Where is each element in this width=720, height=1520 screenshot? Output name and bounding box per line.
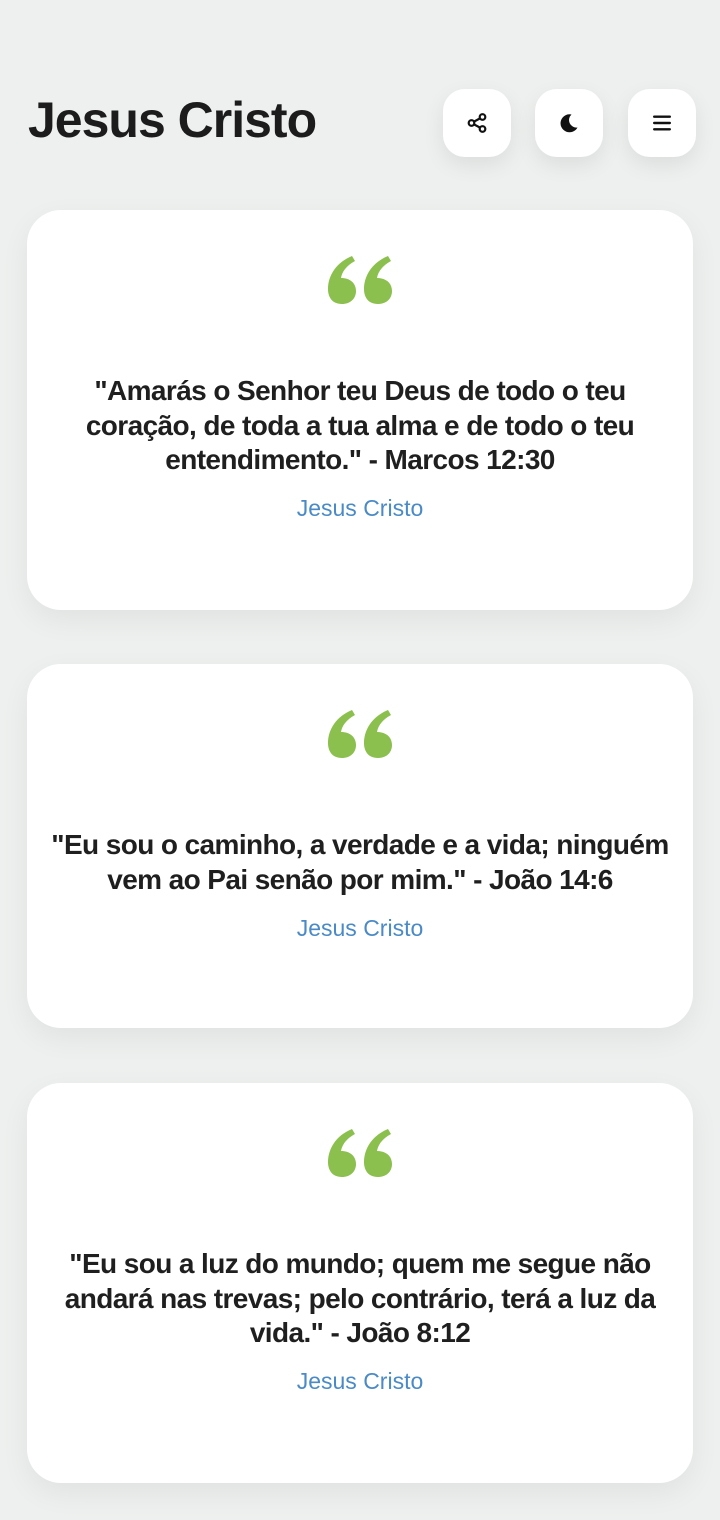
menu-icon: [653, 115, 671, 131]
quote-author: Jesus Cristo: [296, 915, 424, 941]
page-title: Jesus Cristo: [28, 92, 317, 148]
quote-text: "Amarás o Senhor teu Deus de todo o teu …: [85, 375, 635, 475]
menu-button[interactable]: [628, 89, 696, 157]
quote-mark-icon: [328, 1129, 392, 1177]
share-button[interactable]: [443, 89, 511, 157]
quote-author: Jesus Cristo: [296, 1368, 424, 1394]
quote-mark-icon: [328, 710, 392, 758]
quote-mark-icon: [328, 256, 392, 304]
quote-card: "Eu sou a luz do mundo; quem me segue nã…: [27, 1083, 693, 1483]
quote-card: "Amarás o Senhor teu Deus de todo o teu …: [27, 210, 693, 610]
moon-icon: [560, 114, 578, 133]
quote-text: "Eu sou o caminho, a verdade e a vida; n…: [51, 829, 669, 895]
quote-text: "Eu sou a luz do mundo; quem me segue nã…: [64, 1248, 656, 1348]
theme-toggle-button[interactable]: [535, 89, 603, 157]
quote-card: "Eu sou o caminho, a verdade e a vida; n…: [27, 664, 693, 1028]
share-icon: [467, 113, 487, 133]
app-header: Jesus Cristo: [0, 0, 720, 200]
quote-author: Jesus Cristo: [296, 495, 424, 521]
